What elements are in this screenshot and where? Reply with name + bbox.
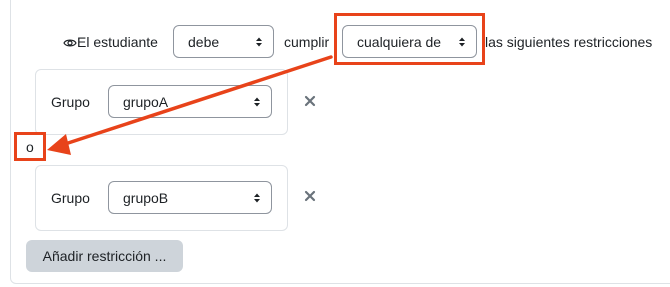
eye-icon[interactable] xyxy=(63,36,77,48)
scope-select[interactable]: cualquiera de xyxy=(342,25,477,58)
header-prefix: El estudiante xyxy=(77,34,158,50)
add-restriction-button[interactable]: Añadir restricción ... xyxy=(26,240,183,272)
delete-icon[interactable] xyxy=(304,95,316,107)
group-label: Grupo xyxy=(51,94,90,110)
scope-select-value: cualquiera de xyxy=(357,33,442,50)
group-select[interactable]: grupoB xyxy=(108,181,272,214)
or-separator: o xyxy=(26,139,34,155)
header-verb: cumplir xyxy=(284,34,330,50)
sort-caret-icon xyxy=(254,97,260,106)
group-select-value: grupoA xyxy=(123,93,169,110)
must-select-value: debe xyxy=(188,33,220,50)
delete-icon[interactable] xyxy=(304,190,316,202)
group-select-value: grupoB xyxy=(123,189,169,206)
sort-caret-icon xyxy=(254,193,260,202)
header-suffix: las siguientes restricciones xyxy=(485,34,653,50)
must-select[interactable]: debe xyxy=(173,25,274,58)
group-label: Grupo xyxy=(51,190,90,206)
sort-caret-icon xyxy=(459,37,465,46)
group-select[interactable]: grupoA xyxy=(108,85,272,118)
sort-caret-icon xyxy=(256,37,262,46)
